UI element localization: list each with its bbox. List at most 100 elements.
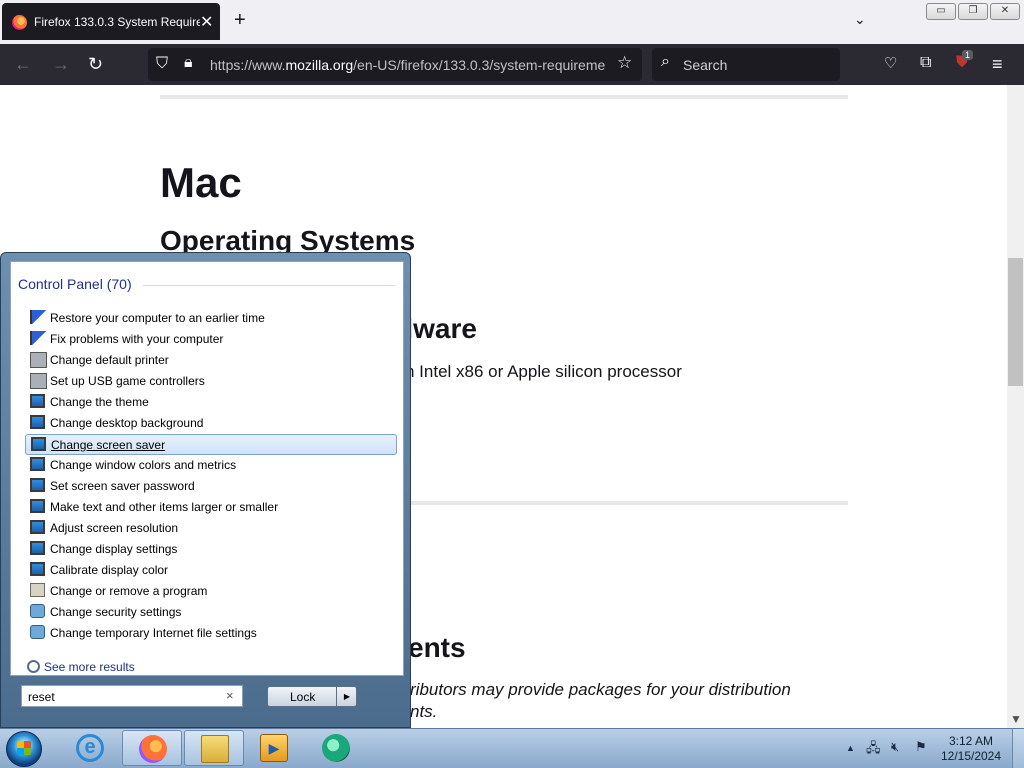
- control-panel-result[interactable]: Change or remove a program: [25, 581, 395, 601]
- forward-icon[interactable]: →: [52, 54, 70, 75]
- taskbar-windows-explorer[interactable]: [184, 730, 244, 766]
- tab-active[interactable]: Firefox 133.0.3 System Requirements ✕: [2, 3, 220, 40]
- monitor-icon: [30, 394, 45, 408]
- back-icon[interactable]: ←: [14, 54, 32, 75]
- control-panel-result[interactable]: Fix problems with your computer: [25, 329, 395, 349]
- scrollbar-thumb[interactable]: [1008, 258, 1023, 386]
- tracking-protection-shield-icon[interactable]: ⛉: [156, 55, 168, 73]
- url-bar[interactable]: ⛉ 🔒︎ https://www.mozilla.org/en-US/firef…: [148, 48, 642, 81]
- control-panel-result[interactable]: Adjust screen resolution: [25, 518, 395, 538]
- clock[interactable]: 3:12 AM 12/15/2024: [936, 734, 1006, 764]
- monitor-icon: [30, 478, 45, 492]
- clock-date: 12/15/2024: [940, 749, 1002, 763]
- control-panel-result[interactable]: Change the theme: [25, 392, 395, 412]
- folder-icon: [201, 735, 229, 763]
- result-label: Adjust screen resolution: [50, 521, 179, 535]
- restore-button[interactable]: ❐: [958, 3, 988, 20]
- start-button[interactable]: [6, 731, 42, 767]
- result-label: Calibrate display color: [50, 563, 169, 577]
- flag-icon: [30, 310, 47, 324]
- taskbar: e ▶ ▲ 🖧︎ 🔇︎ ⚑ 3:12 AM 12/15/2024: [0, 728, 1024, 768]
- control-panel-result[interactable]: Set up USB game controllers: [25, 371, 395, 391]
- show-hidden-icons-arrow-icon[interactable]: ▲: [846, 743, 855, 753]
- lock-icon[interactable]: 🔒︎: [184, 54, 193, 72]
- printer-icon: [30, 373, 47, 389]
- reload-icon[interactable]: ↻: [88, 54, 103, 75]
- result-label: Set screen saver password: [50, 479, 195, 493]
- app-icon: [322, 734, 350, 762]
- pocket-icon[interactable]: ♡: [884, 54, 897, 72]
- taskbar-firefox[interactable]: [122, 730, 182, 766]
- control-panel-result[interactable]: Restore your computer to an earlier time: [25, 308, 395, 328]
- control-panel-result[interactable]: Calibrate display color: [25, 560, 395, 580]
- result-label: Fix problems with your computer: [50, 332, 224, 346]
- monitor-icon: [31, 437, 46, 451]
- scroll-down-arrow-icon[interactable]: ▼: [1010, 712, 1022, 726]
- firefox-favicon-icon: [12, 15, 27, 30]
- minimize-button[interactable]: ▭: [926, 3, 956, 20]
- shutdown-options-arrow-icon[interactable]: ▶: [336, 687, 357, 706]
- control-panel-result[interactable]: Change security settings: [25, 602, 395, 622]
- control-panel-result[interactable]: Change desktop background: [25, 413, 395, 433]
- extensions-icon[interactable]: ⧉: [920, 54, 931, 72]
- result-label: Change display settings: [50, 542, 178, 556]
- monitor-icon: [30, 457, 45, 471]
- url-text[interactable]: https://www.mozilla.org/en-US/firefox/13…: [210, 57, 605, 73]
- start-search-input[interactable]: reset ×: [21, 685, 243, 707]
- control-panel-result[interactable]: Change temporary Internet file settings: [25, 623, 395, 643]
- control-panel-result[interactable]: Change display settings: [25, 539, 395, 559]
- monitor-icon: [30, 415, 45, 429]
- control-panel-result[interactable]: Make text and other items larger or smal…: [25, 497, 395, 517]
- new-tab-button[interactable]: +: [234, 9, 246, 32]
- extension-badge: 1: [962, 50, 974, 60]
- network-icon[interactable]: 🖧︎: [866, 739, 881, 761]
- windows-logo-icon: [17, 741, 31, 755]
- result-label: Restore your computer to an earlier time: [50, 311, 265, 325]
- monitor-icon: [30, 562, 45, 576]
- result-label: Change desktop background: [50, 416, 204, 430]
- shield-icon: [30, 625, 45, 639]
- see-more-results-link[interactable]: See more results: [27, 660, 135, 674]
- processor-text: n Intel x86 or Apple silicon processor: [405, 362, 682, 381]
- search-bar[interactable]: ⌕ Search: [652, 48, 840, 81]
- taskbar-app[interactable]: [306, 730, 366, 766]
- start-menu: Control Panel (70) Restore your computer…: [0, 252, 411, 728]
- lock-button[interactable]: Lock ▶: [267, 686, 357, 707]
- search-value: reset: [28, 690, 55, 704]
- control-panel-result[interactable]: Set screen saver password: [25, 476, 395, 496]
- control-panel-result[interactable]: Change screen saver: [25, 434, 397, 455]
- bookmark-star-icon[interactable]: ☆: [617, 53, 632, 73]
- result-label: Change or remove a program: [50, 584, 208, 598]
- distributors-text: ributors may provide packages for your d…: [410, 680, 791, 699]
- monitor-icon: [30, 520, 45, 534]
- programs-icon: [30, 583, 45, 597]
- action-center-flag-icon[interactable]: ⚑: [915, 739, 927, 755]
- result-label: Change temporary Internet file settings: [50, 626, 257, 640]
- vertical-scrollbar[interactable]: [1007, 85, 1024, 728]
- control-panel-result[interactable]: Change window colors and metrics: [25, 455, 395, 475]
- close-window-button[interactable]: ✕: [990, 3, 1020, 20]
- lock-button-label: Lock: [290, 690, 316, 704]
- volume-muted-icon[interactable]: 🔇︎: [891, 739, 899, 755]
- shield-icon: [30, 604, 45, 618]
- menu-icon[interactable]: ≡: [992, 54, 1003, 75]
- result-label: Change window colors and metrics: [50, 458, 237, 472]
- result-label: Set up USB game controllers: [50, 374, 205, 388]
- magnifier-icon: [27, 660, 40, 673]
- show-desktop-button[interactable]: [1012, 729, 1024, 768]
- tab-close-icon[interactable]: ✕: [200, 12, 213, 32]
- clear-search-icon[interactable]: ×: [226, 688, 234, 703]
- list-all-tabs-button[interactable]: ⌄: [854, 11, 866, 28]
- group-separator: [143, 285, 395, 286]
- result-label: Make text and other items larger or smal…: [50, 500, 279, 514]
- taskbar-internet-explorer[interactable]: e: [60, 730, 120, 766]
- control-panel-result[interactable]: Change default printer: [25, 350, 395, 370]
- clock-time: 3:12 AM: [948, 734, 994, 748]
- taskbar-media-player[interactable]: ▶: [244, 730, 304, 766]
- control-panel-group-header[interactable]: Control Panel (70): [18, 276, 132, 292]
- result-label: Change security settings: [50, 605, 182, 619]
- flag-icon: [30, 331, 47, 345]
- divider: [160, 95, 848, 99]
- mac-heading: Mac: [160, 159, 242, 206]
- tab-strip: Firefox 133.0.3 System Requirements ✕ + …: [0, 0, 1024, 44]
